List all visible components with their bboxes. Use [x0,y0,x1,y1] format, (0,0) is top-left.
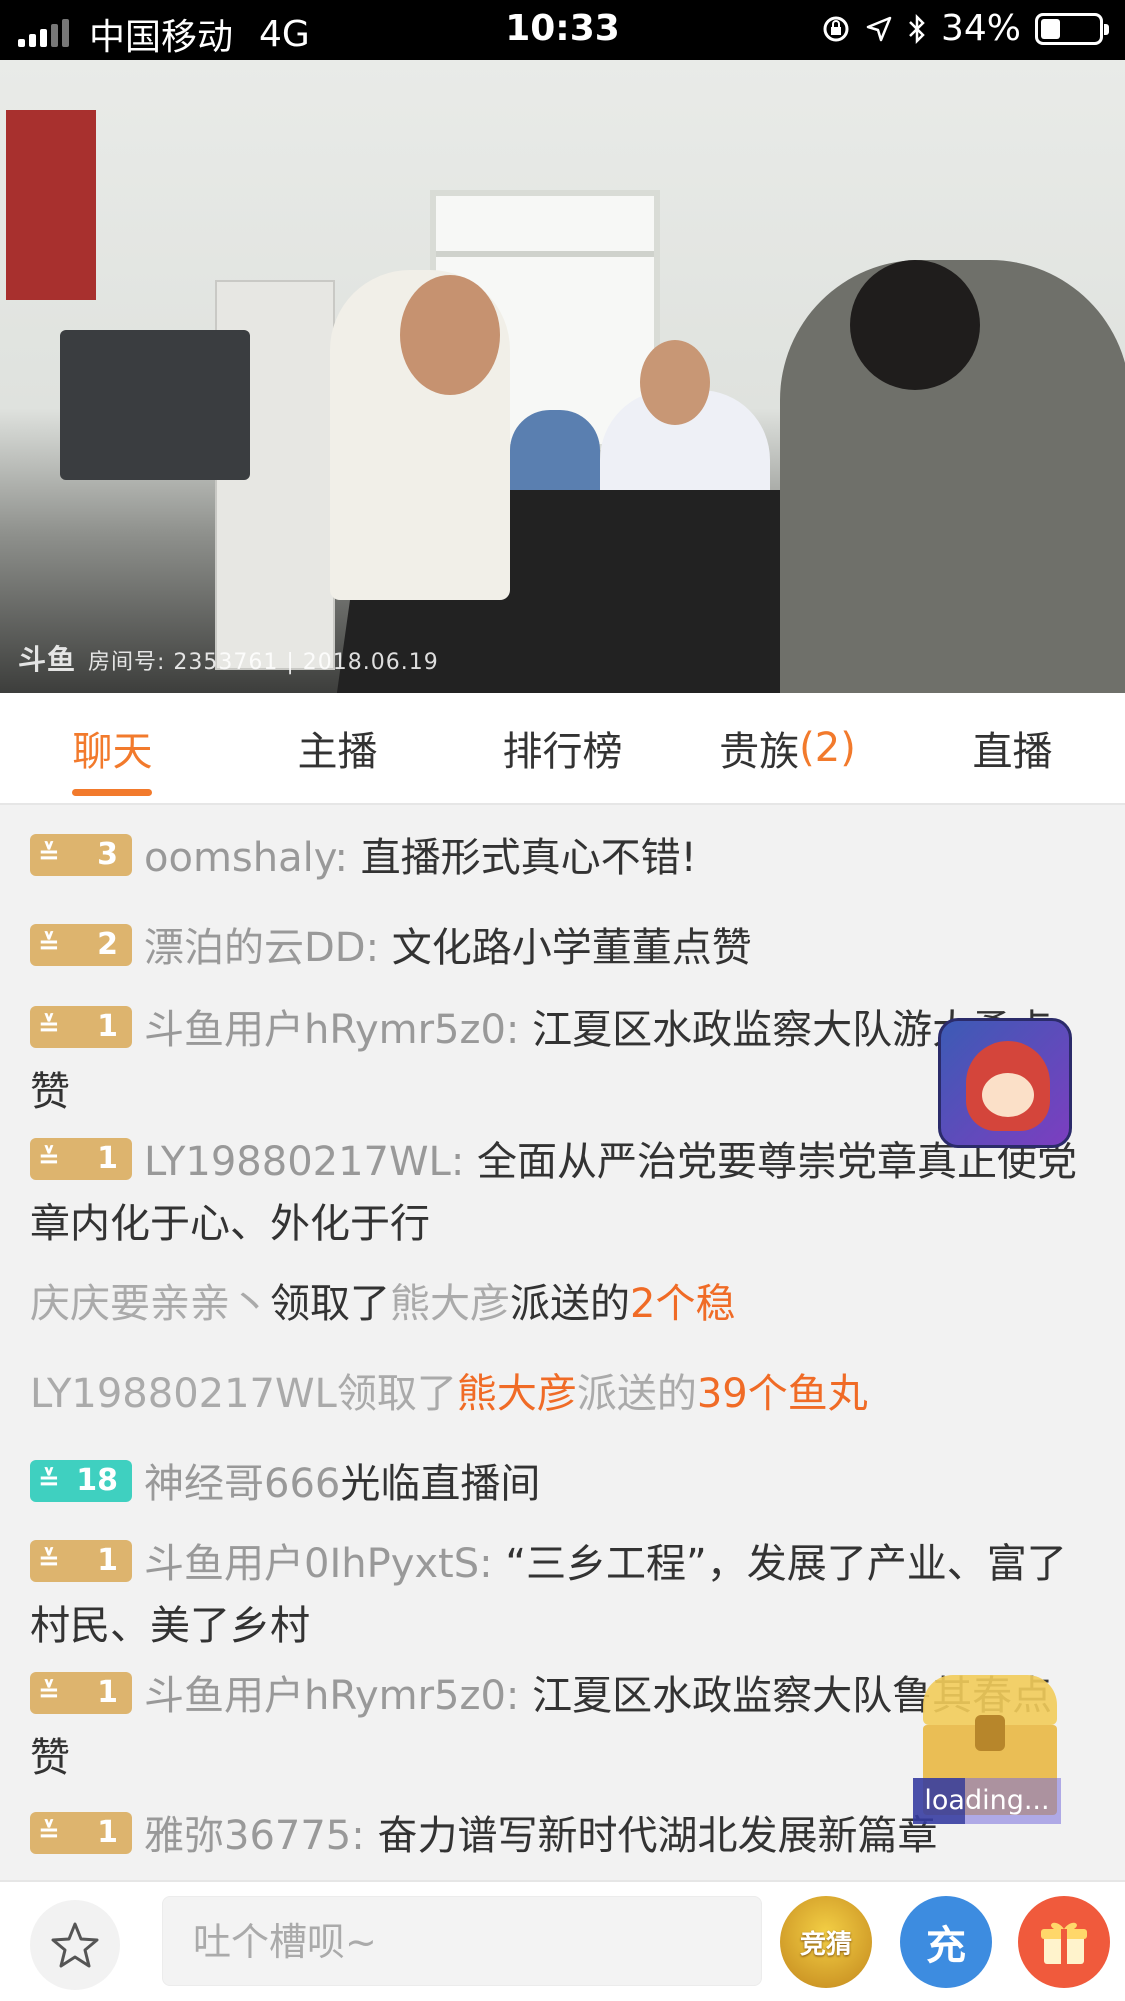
chat-username[interactable]: LY19880217WL: [144,1139,464,1185]
system-text: 派送的 [576,1371,697,1417]
location-arrow-icon [866,16,892,41]
gift-button[interactable] [1018,1896,1110,1988]
guess-button[interactable]: 竞猜 [780,1896,872,1988]
video-watermark: 斗鱼 房间号: 2353761 | 2018.06.19 [18,638,439,678]
chevron-down-icon: ≚ [38,1678,60,1708]
tab-label: 贵族 [719,729,800,775]
battery-percent: 34% [940,8,1021,49]
level-badge: ≚ 1 [30,1138,132,1180]
tab-label: 排行榜 [502,729,623,775]
guess-label: 竞猜 [799,1929,852,1960]
chat-username[interactable]: 斗鱼用户hRymr5z0: [144,1673,519,1719]
chevron-down-icon: ≚ [38,840,60,870]
emoji-icon [51,1922,99,1968]
system-message: LY19880217WL领取了熊大彦派送的39个鱼丸 [30,1363,1090,1425]
tab-host[interactable]: 主播 [225,693,450,803]
active-tab-indicator [72,789,152,796]
level-badge: ≚ 1 [30,1540,132,1582]
chat-username[interactable]: 神经哥666 [144,1461,340,1507]
chat-text: 直播形式真心不错! [347,835,697,881]
emoji-button[interactable] [30,1900,120,1990]
system-text: 领取了 [270,1281,390,1327]
system-username[interactable]: LY19880217WL [30,1371,337,1417]
chevron-down-icon: ≚ [38,1466,60,1496]
chevron-down-icon: ≚ [38,1012,60,1042]
chat-input-placeholder: 吐个槽呗~ [193,1920,377,1964]
level-badge: ≚ 1 [30,1672,132,1714]
tab-bar: 聊天 主播 排行榜 贵族 (2) 直播 [0,693,1125,805]
system-sender[interactable]: 熊大彦 [457,1371,577,1417]
chat-message: ≚ 1 斗鱼用户0IhPyxtS: “三乡工程”，发展了产业、富了村民、美了乡村 [30,1533,1090,1657]
system-text: 领取了 [336,1371,457,1417]
live-video-player[interactable]: 斗鱼 房间号: 2353761 | 2018.06.19 [0,60,1125,693]
chat-text: 光临直播间 [340,1461,541,1507]
tab-nobility[interactable]: 贵族 (2) [675,693,900,803]
chat-text: 文化路小学董董点赞 [379,925,752,971]
gift-icon [1041,1922,1087,1964]
level-badge: ≚ 2 [30,924,132,966]
tab-label: 主播 [297,729,378,775]
tab-ranking[interactable]: 排行榜 [450,693,675,803]
chat-username[interactable]: 雅弥36775: [144,1813,365,1859]
tab-label: 直播 [972,729,1053,775]
bluetooth-icon [909,13,925,44]
tab-count: (2) [799,725,856,771]
level-badge: ≚ 3 [30,834,132,876]
chat-message: ≚ 1 LY19880217WL: 全面从严治党要尊崇党章真正使党章内化于心、外化于… [30,1131,1090,1255]
level-badge: ≚ 1 [30,1006,132,1048]
chevron-down-icon: ≚ [38,930,60,960]
orientation-lock-icon [823,16,849,41]
loading-text: loading... [924,1785,1050,1816]
tab-chat[interactable]: 聊天 [0,693,225,803]
chat-username[interactable]: oomshaly: [144,835,348,881]
chat-username[interactable]: 漂泊的云DD: [144,925,379,971]
chat-message: ≚ 2 漂泊的云DD: 文化路小学董董点赞 [30,917,1090,979]
chevron-down-icon: ≚ [38,1144,60,1174]
chat-message: ≚ 1 斗鱼用户hRymr5z0: 江夏区水政监察大队游大勇点赞 [30,999,1090,1123]
tab-live[interactable]: 直播 [900,693,1125,803]
chat-input[interactable]: 吐个槽呗~ [162,1896,762,1986]
loading-indicator: loading... [913,1778,1061,1824]
watermark-room-info: 房间号: 2353761 | 2018.06.19 [88,650,439,675]
chat-username[interactable]: 斗鱼用户hRymr5z0: [144,1007,519,1053]
chat-message: ≚ 18 神经哥666光临直播间 [30,1453,1090,1515]
tab-label: 聊天 [72,729,153,775]
recharge-label: 充 [926,1923,966,1969]
system-sender[interactable]: 熊大彦 [390,1281,510,1327]
game-avatar-icon[interactable] [938,1018,1072,1148]
chat-username[interactable]: 斗鱼用户0IhPyxtS: [144,1541,493,1587]
status-bar: 中国移动 4G 10:33 34% [0,0,1125,60]
recharge-button[interactable]: 充 [900,1896,992,1988]
system-username[interactable]: 庆庆要亲亲丶 [30,1281,270,1327]
system-text: 派送的 [510,1281,630,1327]
watermark-logo: 斗鱼 [18,643,77,676]
battery-icon [1035,12,1109,45]
system-reward: 39个鱼丸 [696,1371,868,1417]
chevron-down-icon: ≚ [38,1546,60,1576]
level-badge: ≚ 18 [30,1460,132,1502]
system-message: 庆庆要亲亲丶领取了熊大彦派送的2个稳 [30,1273,1090,1335]
chat-message: ≚ 3 oomshaly: 直播形式真心不错! [30,827,1090,889]
chat-text: 奋力谱写新时代湖北发展新篇章 [364,1813,938,1859]
chevron-down-icon: ≚ [38,1818,60,1848]
level-badge: ≚ 1 [30,1812,132,1854]
system-reward: 2个稳 [630,1281,736,1327]
bottom-bar: 吐个槽呗~ 竞猜 充 [0,1880,1125,2001]
